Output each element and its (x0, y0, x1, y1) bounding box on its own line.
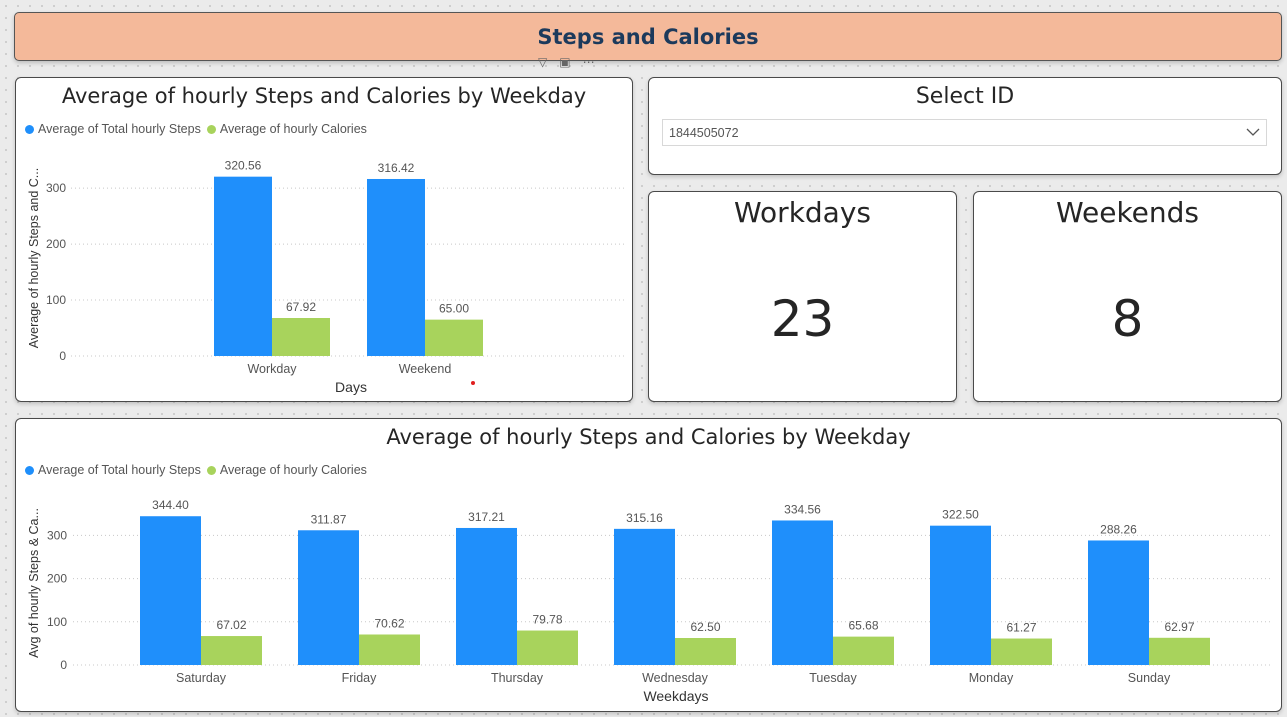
bar-calories[interactable] (833, 636, 894, 665)
bar-steps[interactable] (772, 520, 833, 665)
y-axis-title: Avg of hourly Steps & Ca... (27, 508, 41, 658)
bar-steps[interactable] (214, 176, 272, 356)
bar-calories[interactable] (1149, 637, 1210, 665)
bar-steps[interactable] (456, 527, 517, 665)
x-tick-label: Monday (969, 671, 1014, 685)
page-title: Steps and Calories (537, 24, 759, 49)
data-label: 344.40 (152, 498, 189, 512)
y-tick-label: 0 (60, 658, 67, 672)
bar-calories[interactable] (675, 638, 736, 665)
data-label: 322.50 (942, 508, 979, 522)
y-tick-label: 200 (46, 237, 66, 251)
chart-plot-days[interactable]: 0 100 200 300 320.56 67.92 Workday 316.42 65.00 W… (16, 78, 632, 401)
x-tick-label: Tuesday (809, 671, 857, 685)
x-tick-label: Friday (342, 671, 377, 685)
workdays-label: Workdays (734, 196, 871, 229)
bar-calories[interactable] (201, 636, 262, 665)
x-axis-title: Weekdays (643, 688, 708, 704)
filter-icon[interactable]: ▽ (538, 55, 547, 69)
data-label: 70.62 (374, 616, 404, 630)
x-tick-label: Weekend (399, 362, 452, 376)
data-label: 311.87 (311, 512, 347, 526)
data-label: 320.56 (225, 159, 262, 173)
data-label: 62.97 (1164, 620, 1194, 634)
weekends-value: 8 (1111, 290, 1144, 348)
data-label: 315.16 (626, 511, 663, 525)
data-label: 79.78 (532, 613, 562, 627)
data-label: 67.92 (286, 300, 316, 314)
data-label: 67.02 (216, 618, 246, 632)
data-label: 317.21 (468, 510, 505, 524)
x-axis-title: Days (335, 379, 367, 395)
bar-steps[interactable] (140, 516, 201, 665)
bar-steps[interactable] (930, 525, 991, 665)
y-tick-label: 0 (59, 349, 66, 363)
y-tick-label: 200 (47, 572, 67, 586)
x-tick-label: Workday (247, 362, 297, 376)
data-label: 316.42 (378, 161, 415, 175)
data-label: 62.50 (690, 620, 720, 634)
data-label: 288.26 (1100, 522, 1137, 536)
x-tick-label: Sunday (1128, 671, 1171, 685)
y-tick-label: 100 (47, 615, 67, 629)
visual-header: ▽ ▣ ⋯ (538, 55, 595, 69)
bar-calories[interactable] (991, 638, 1052, 665)
focus-mode-icon[interactable]: ▣ (559, 55, 570, 69)
chart-card-weekdays: Average of hourly Steps and Calories by … (15, 418, 1282, 712)
y-tick-label: 300 (47, 528, 67, 542)
bar-steps[interactable] (1088, 540, 1149, 665)
y-tick-label: 100 (46, 293, 66, 307)
chevron-down-icon (1246, 128, 1260, 136)
chart-plot-weekdays[interactable]: 0 100 200 300 344.40 67.02 Saturday 311.87 70.62… (16, 419, 1281, 711)
bar-calories[interactable] (517, 630, 578, 665)
selection-marker (471, 381, 475, 385)
data-label: 334.56 (784, 502, 821, 516)
y-tick-label: 300 (46, 181, 66, 195)
more-options-icon[interactable]: ⋯ (583, 55, 595, 69)
weekends-label: Weekends (1055, 196, 1200, 229)
chart-card-days: Average of hourly Steps and Calories by … (15, 77, 633, 402)
id-slicer: Select ID 1844505072 (648, 77, 1282, 175)
page-banner: Steps and Calories (14, 12, 1282, 61)
data-label: 61.27 (1006, 621, 1036, 635)
workdays-value: 23 (770, 290, 835, 348)
dropdown-selected-value: 1844505072 (669, 125, 739, 140)
bar-steps[interactable] (367, 178, 425, 356)
weekends-card: Weekends 8 (973, 191, 1282, 402)
bar-steps[interactable] (614, 528, 675, 665)
x-tick-label: Thursday (491, 671, 544, 685)
slicer-title: Select ID (915, 84, 1015, 109)
bar-calories[interactable] (272, 318, 330, 356)
data-label: 65.00 (439, 302, 469, 316)
bar-calories[interactable] (359, 634, 420, 665)
y-axis-title: Average of hourly Steps and C... (27, 168, 41, 348)
x-tick-label: Saturday (176, 671, 227, 685)
x-tick-label: Wednesday (642, 671, 709, 685)
bar-calories[interactable] (425, 319, 483, 356)
id-dropdown[interactable]: 1844505072 (662, 119, 1267, 146)
data-label: 65.68 (848, 619, 878, 633)
workdays-card: Workdays 23 (648, 191, 957, 402)
bar-steps[interactable] (298, 530, 359, 665)
